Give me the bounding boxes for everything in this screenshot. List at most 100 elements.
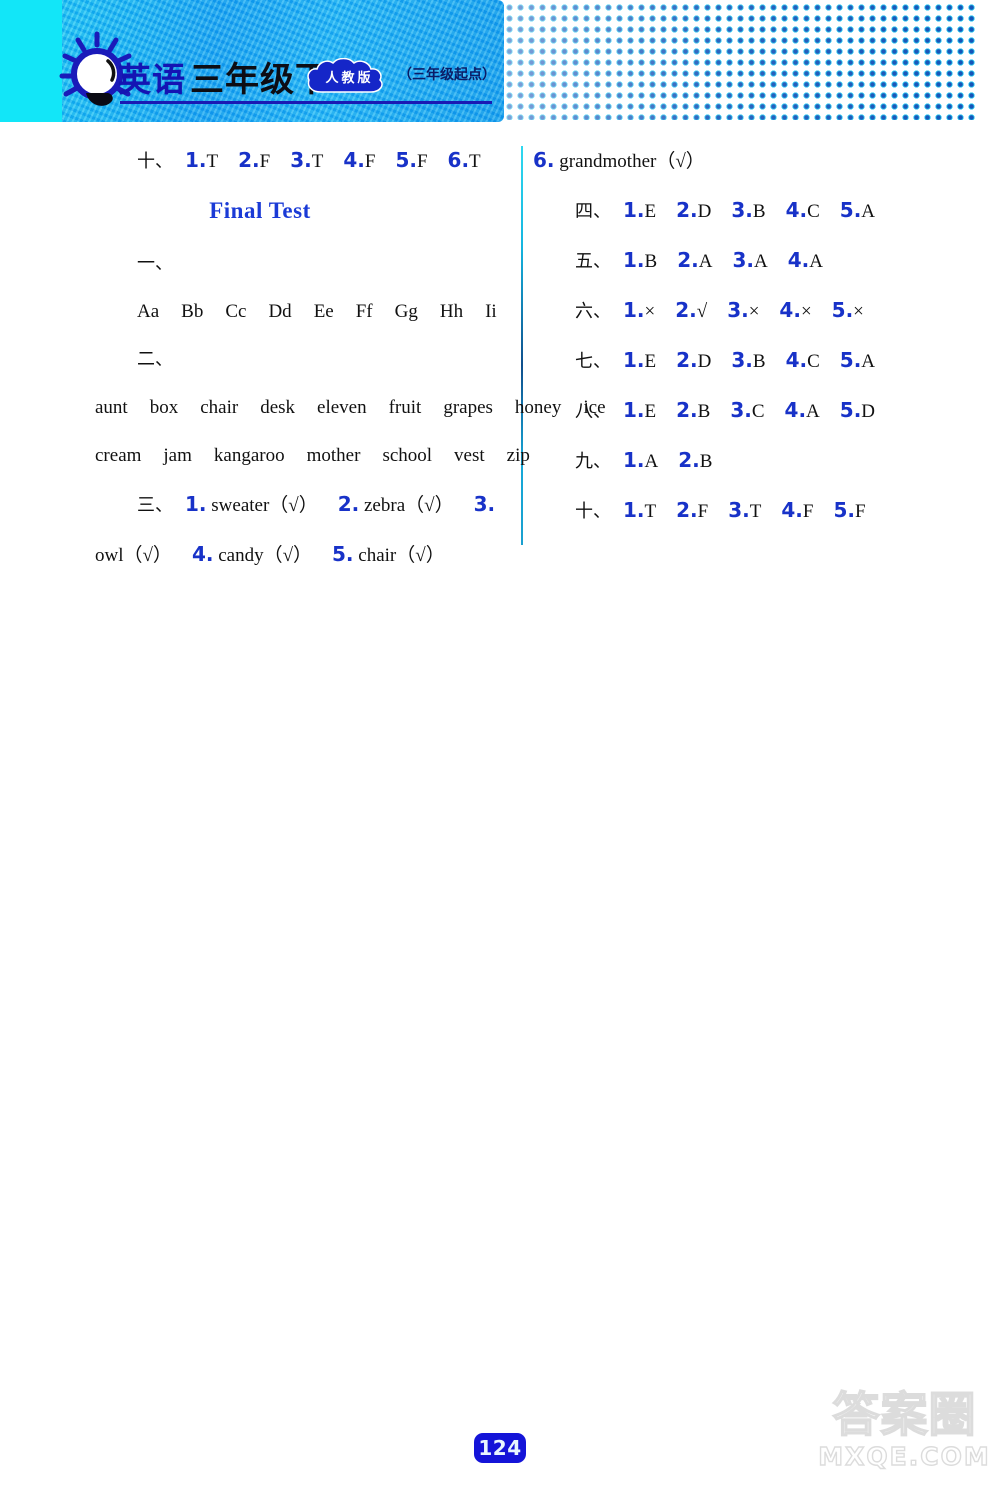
item-answer: × bbox=[644, 301, 656, 322]
item-number: 1. bbox=[185, 492, 207, 516]
item-answer: F bbox=[364, 151, 376, 172]
item-answer: A bbox=[809, 251, 823, 272]
item-answer: A bbox=[861, 201, 876, 222]
item-answer: T bbox=[749, 501, 762, 522]
vocab-word: grapes bbox=[443, 397, 493, 418]
item-number: 5. bbox=[395, 148, 417, 172]
vocab-word: zip bbox=[506, 445, 530, 466]
item-answer: D bbox=[861, 401, 876, 422]
item-answer: F bbox=[697, 501, 709, 522]
column-divider bbox=[521, 146, 523, 545]
item-number: 1. bbox=[623, 448, 645, 472]
item-mark: （√） bbox=[269, 495, 318, 516]
header-halftone-dots bbox=[504, 2, 976, 120]
item-answer: E bbox=[644, 351, 657, 372]
item-number: 3. bbox=[727, 298, 749, 322]
item-number: 4. bbox=[343, 148, 365, 172]
vocab-word: desk bbox=[260, 397, 296, 418]
item-number: 1. bbox=[623, 298, 645, 322]
item-answer: T bbox=[644, 501, 657, 522]
alphabet-letter: Ii bbox=[485, 301, 497, 322]
item-number: 1. bbox=[185, 148, 207, 172]
vocab-word: school bbox=[382, 445, 433, 466]
vocab-word: kangaroo bbox=[213, 445, 285, 466]
item-answer: A bbox=[644, 451, 659, 472]
section-marker: 十、 bbox=[575, 501, 611, 522]
item-answer: F bbox=[802, 501, 814, 522]
header-subject: 英语 bbox=[118, 60, 186, 99]
item-mark: （√） bbox=[263, 545, 313, 566]
alphabet-letter: Ff bbox=[355, 301, 373, 322]
item-mark: （√） bbox=[123, 545, 172, 566]
answer-group-three: 三、 1. sweater（√） 2. zebra（√） 3. owl（√） 4. ca… bbox=[95, 480, 505, 580]
item-number: 3. bbox=[290, 148, 312, 172]
edition-badge: 人教版 bbox=[305, 57, 391, 94]
item-answer: × bbox=[748, 301, 760, 322]
section-marker: 三、 bbox=[137, 495, 173, 516]
answer-key-page: 英语 三年级下 人教版 （三年级起点） 十、 1.T 2.F 3.T 4.F 5.F 6.T… bbox=[0, 0, 1000, 1507]
item-number: 6. bbox=[533, 148, 555, 172]
item-number: 5. bbox=[833, 498, 855, 522]
item-answer: D bbox=[697, 201, 712, 222]
item-number: 4. bbox=[785, 348, 808, 372]
section-marker: 七、 bbox=[575, 351, 611, 372]
alphabet-letter: Dd bbox=[268, 301, 292, 322]
alphabet-letter: Ee bbox=[313, 301, 334, 322]
item-number: 3. bbox=[731, 198, 753, 222]
item-number: 6. bbox=[447, 148, 470, 172]
item-number: 2. bbox=[677, 248, 699, 272]
item-answer: C bbox=[807, 201, 820, 222]
answer-group-nine: 九、 1.A 2.B bbox=[533, 436, 933, 486]
item-number: 3. bbox=[473, 492, 496, 516]
item-number: 1. bbox=[623, 398, 645, 422]
section-marker: 九、 bbox=[575, 451, 611, 472]
answer-group-eight: 八、 1.E 2.B 3.C 4.A 5.D bbox=[533, 386, 933, 436]
item-number: 1. bbox=[623, 348, 645, 372]
header-start-note: （三年级起点） bbox=[398, 67, 496, 83]
right-column: 6. grandmother（√） 四、 1.E 2.D 3.B 4.C 5.A 五、 1.… bbox=[533, 136, 933, 536]
item-number: 3. bbox=[732, 248, 754, 272]
item-answer: A bbox=[861, 351, 876, 372]
item-answer: F bbox=[854, 501, 866, 522]
item-word: chair bbox=[358, 545, 397, 566]
item-answer: C bbox=[751, 401, 765, 422]
item-number: 2. bbox=[676, 398, 698, 422]
edition-badge-label: 人教版 bbox=[325, 70, 374, 86]
section-marker: 八、 bbox=[575, 401, 611, 422]
item-number: 2. bbox=[676, 198, 698, 222]
item-answer: C bbox=[807, 351, 820, 372]
item-answer: × bbox=[853, 301, 864, 322]
final-test-heading: Final Test bbox=[209, 198, 311, 223]
watermark-domain: MXQE.COM bbox=[818, 1441, 991, 1471]
item-answer: B bbox=[752, 351, 766, 372]
section-marker: 六、 bbox=[575, 301, 611, 322]
vocab-word: box bbox=[149, 397, 179, 418]
item-number: 4. bbox=[784, 398, 807, 422]
item-answer: B bbox=[752, 201, 766, 222]
item-number: 1. bbox=[623, 248, 645, 272]
item-answer: B bbox=[697, 401, 711, 422]
alphabet-letter: Aa bbox=[137, 301, 160, 322]
item-number: 4. bbox=[787, 248, 810, 272]
page-header: 英语 三年级下 人教版 （三年级起点） bbox=[0, 0, 1000, 122]
item-answer: B bbox=[644, 251, 658, 272]
item-word: owl bbox=[95, 545, 124, 566]
header-underline bbox=[120, 101, 492, 104]
alphabet-letter: Cc bbox=[225, 301, 247, 322]
item-mark: （√） bbox=[405, 495, 454, 516]
item-answer: F bbox=[416, 151, 428, 172]
vocab-word: chair bbox=[200, 397, 239, 418]
answer-group-four: 四、 1.E 2.D 3.B 4.C 5.A bbox=[533, 186, 933, 236]
item-number: 4. bbox=[191, 542, 214, 566]
item-number: 5. bbox=[831, 298, 854, 322]
item-number: 5. bbox=[839, 398, 862, 422]
item-number: 5. bbox=[332, 542, 354, 566]
item-number: 5. bbox=[839, 198, 862, 222]
item-number: 4. bbox=[785, 198, 808, 222]
item-number: 2. bbox=[238, 148, 260, 172]
item-word: grandmother bbox=[559, 151, 657, 172]
alphabet-letter: Gg bbox=[394, 301, 418, 322]
item-number: 2. bbox=[676, 348, 698, 372]
item-number: 2. bbox=[675, 298, 697, 322]
item-number: 3. bbox=[730, 398, 752, 422]
